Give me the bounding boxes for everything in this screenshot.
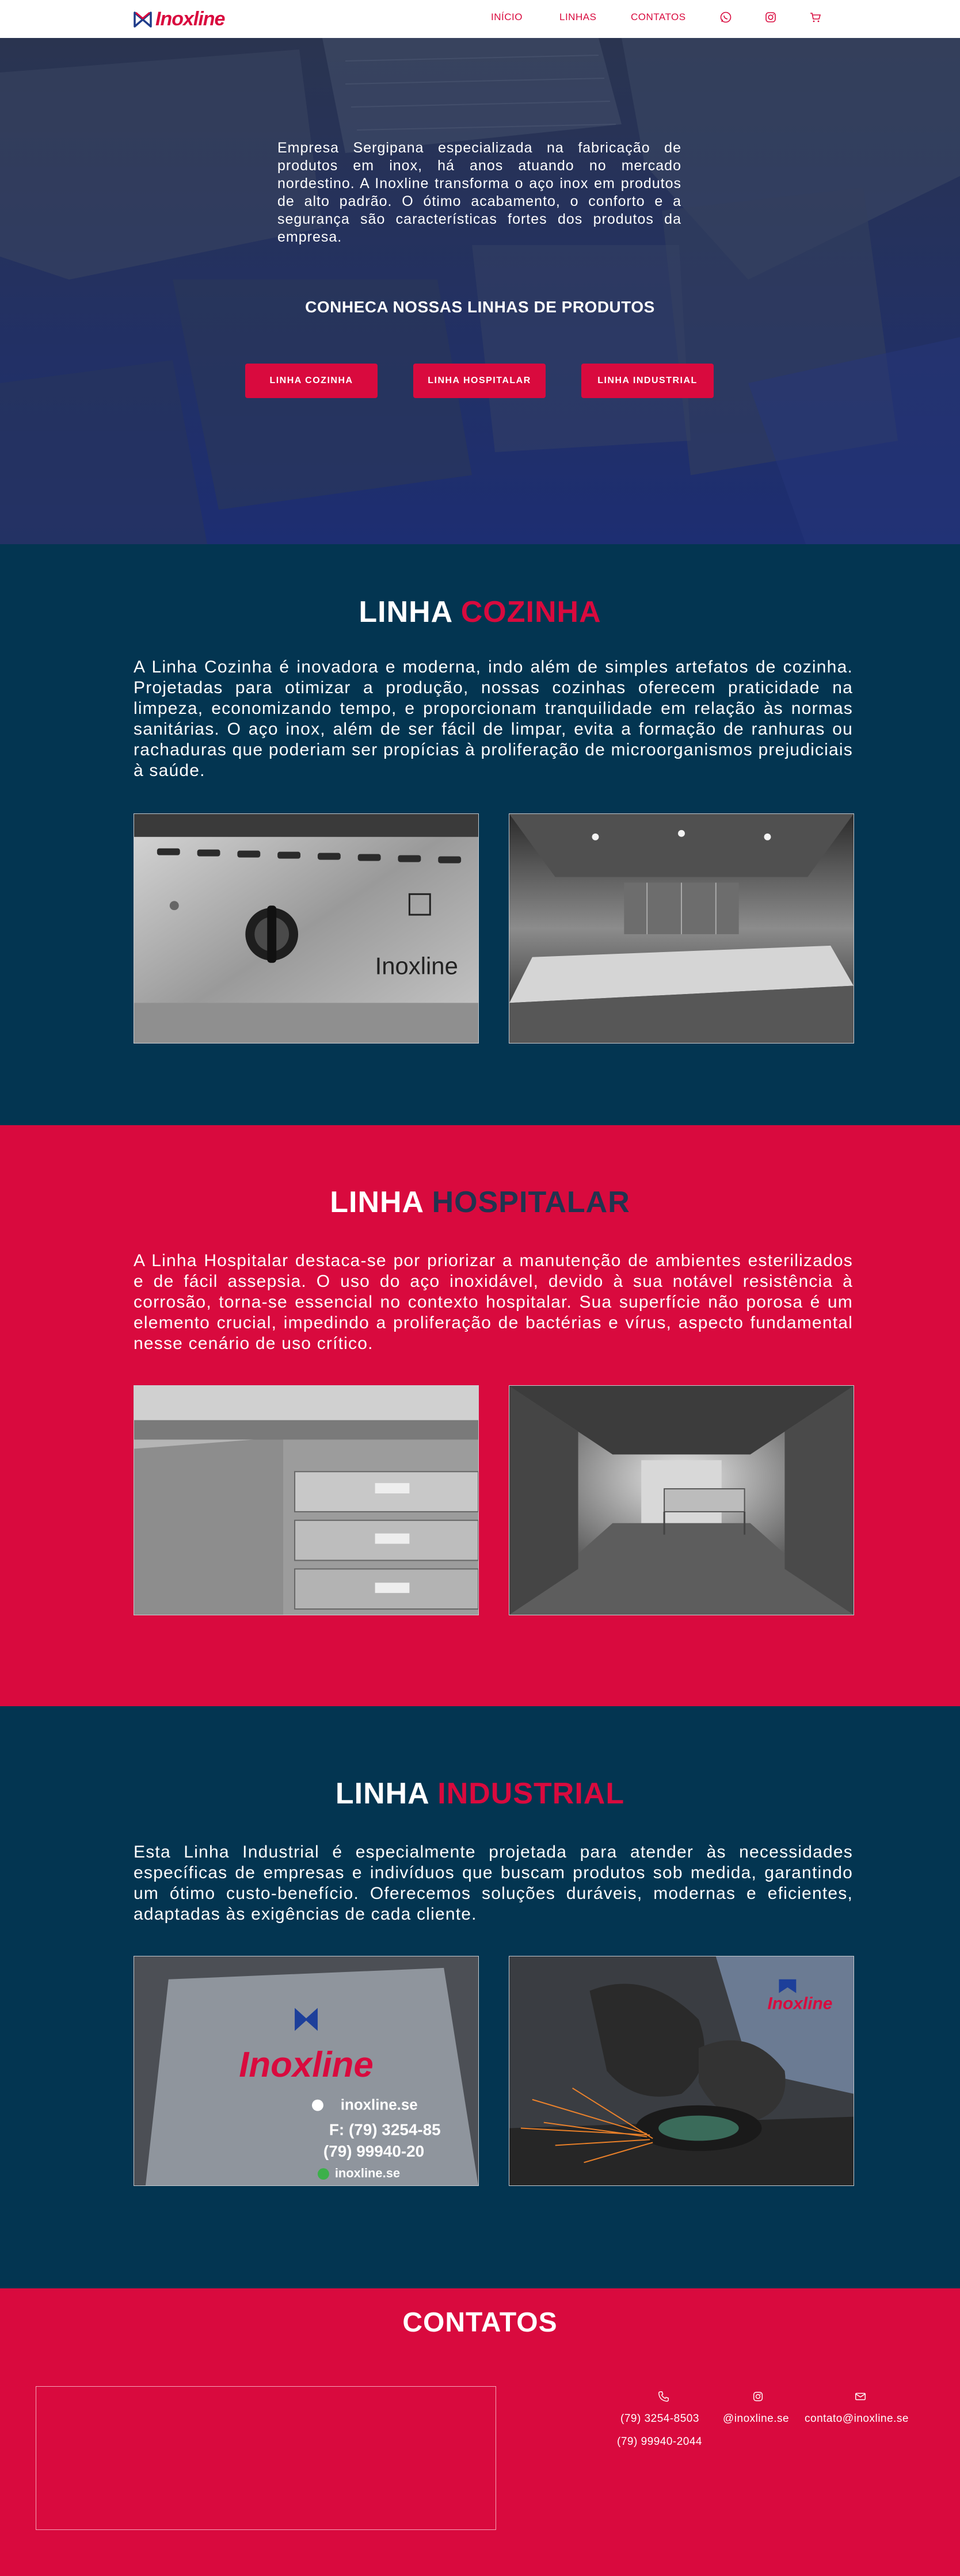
hero-subtitle: CONHECA NOSSAS LINHAS DE PRODUTOS <box>305 298 655 316</box>
nav-link-linhas[interactable]: LINHAS <box>559 12 596 23</box>
svg-text:Inoxline: Inoxline <box>768 1994 833 2013</box>
linha-industrial-button[interactable]: LINHA INDUSTRIAL <box>581 364 714 398</box>
nav-link-inicio[interactable]: INÍCIO <box>491 12 523 23</box>
cozinha-stove-photo: Inoxline <box>134 813 479 1044</box>
nav-link-contatos[interactable]: CONTATOS <box>631 12 686 23</box>
hero-section: Empresa Sergipana especializada na fabri… <box>0 38 960 544</box>
svg-text:F: (79) 3254-85: F: (79) 3254-85 <box>329 2120 441 2138</box>
instagram-icon[interactable] <box>764 10 778 24</box>
email-address[interactable]: contato@inoxline.se <box>805 2413 909 2425</box>
logo-mark-icon <box>134 12 152 28</box>
hospitalar-description: A Linha Hospitalar destaca-se por priori… <box>134 1251 853 1353</box>
hospitalar-cart-photo <box>134 1385 479 1615</box>
hospitalar-room-photo <box>509 1385 854 1615</box>
cozinha-title: LINHA COZINHA <box>359 595 601 629</box>
top-navbar: Inoxline INÍCIO LINHAS CONTATOS <box>0 0 960 38</box>
instagram-icon <box>753 2391 763 2402</box>
linha-cozinha-button[interactable]: LINHA COZINHA <box>245 364 378 398</box>
cozinha-section: LINHA COZINHA A Linha Cozinha é inovador… <box>0 544 960 1125</box>
industrial-title: LINHA INDUSTRIAL <box>335 1777 625 1810</box>
contacts-map-frame[interactable] <box>36 2386 496 2530</box>
svg-text:inoxline.se: inoxline.se <box>341 2097 418 2113</box>
svg-text:(79) 99940-20: (79) 99940-20 <box>323 2142 424 2160</box>
industrial-description: Esta Linha Industrial é especialmente pr… <box>134 1843 853 1924</box>
hero-background-image <box>0 38 960 544</box>
brand-logo[interactable]: Inoxline <box>134 7 225 30</box>
industrial-shirt-photo: Inoxline inoxline.se F: (79) 3254-85 (79… <box>134 1956 479 2186</box>
svg-text:Inoxline: Inoxline <box>375 953 458 980</box>
phone-number-2[interactable]: (79) 99940-2044 <box>617 2436 702 2448</box>
industrial-grinder-photo: Inoxline <box>509 1956 854 2186</box>
whatsapp-icon[interactable] <box>719 10 733 24</box>
hero-description: Empresa Sergipana especializada na fabri… <box>277 140 681 245</box>
svg-text:Inoxline: Inoxline <box>239 2045 373 2085</box>
cozinha-description: A Linha Cozinha é inovadora e moderna, i… <box>134 658 853 780</box>
contacts-title: CONTATOS <box>402 2307 558 2338</box>
hospitalar-section: LINHA HOSPITALAR A Linha Hospitalar dest… <box>0 1125 960 1706</box>
phone-icon <box>658 2391 669 2402</box>
svg-text:inoxline.se: inoxline.se <box>335 2166 400 2180</box>
industrial-section: LINHA INDUSTRIAL Esta Linha Industrial é… <box>0 1706 960 2288</box>
phone-number-1[interactable]: (79) 3254-8503 <box>620 2413 699 2425</box>
instagram-handle[interactable]: @inoxline.se <box>723 2413 789 2425</box>
hospitalar-title: LINHA HOSPITALAR <box>330 1186 630 1219</box>
cart-icon[interactable] <box>809 10 822 24</box>
cozinha-kitchen-photo <box>509 813 854 1044</box>
email-icon <box>855 2392 866 2401</box>
linha-hospitalar-button[interactable]: LINHA HOSPITALAR <box>413 364 546 398</box>
logo-text: Inoxline <box>155 7 225 30</box>
